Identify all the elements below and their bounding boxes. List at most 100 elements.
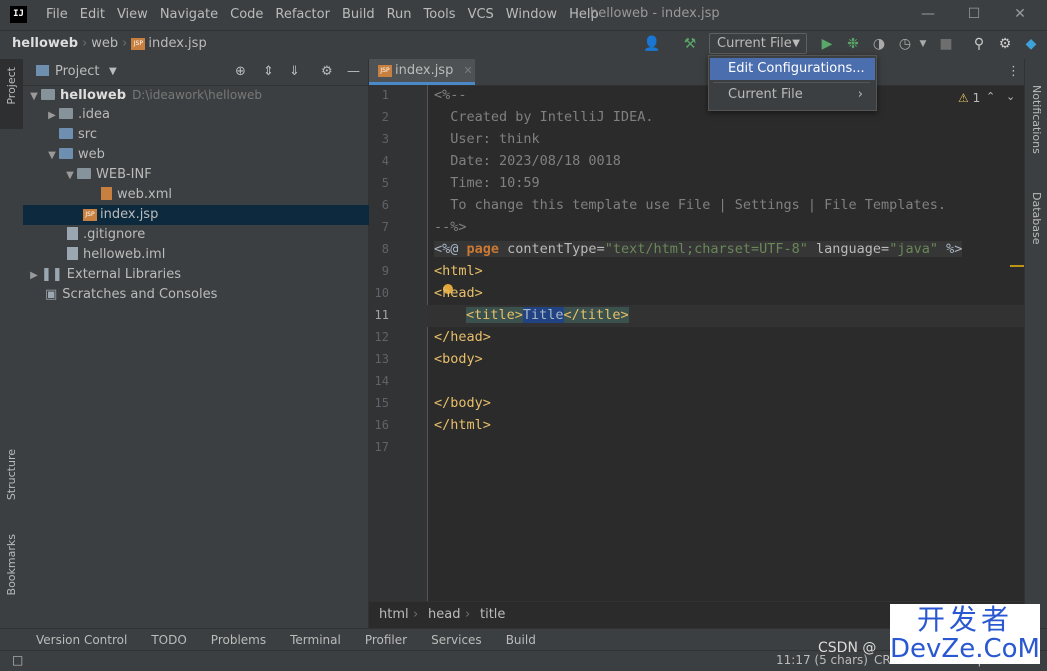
tree-item-web-inf[interactable]: ▼ WEB-INF bbox=[23, 165, 408, 185]
tree-item-external-libraries[interactable]: ▶ ❚❚ External Libraries bbox=[23, 265, 372, 285]
tab-label: index.jsp bbox=[395, 63, 454, 78]
tab-index-jsp[interactable]: JSP index.jsp ✕ bbox=[369, 59, 475, 85]
warning-icon[interactable]: ⚠ 1 bbox=[958, 91, 980, 105]
close-tab-icon[interactable]: ✕ bbox=[463, 64, 472, 77]
structure-stripe-button[interactable]: Structure bbox=[0, 449, 23, 519]
code-token: <%@ bbox=[434, 241, 467, 257]
maximize-icon[interactable]: ☐ bbox=[951, 0, 997, 30]
run-icon[interactable]: ▶ bbox=[817, 34, 837, 54]
collapse-all-icon[interactable]: ⇓ bbox=[289, 59, 300, 85]
menu-code[interactable]: Code bbox=[224, 0, 269, 30]
chevron-up-icon[interactable]: ⌃ bbox=[986, 90, 995, 103]
gear-icon[interactable]: ⚙ bbox=[995, 34, 1015, 54]
crumb-title[interactable]: title bbox=[480, 602, 505, 628]
code-token: "text/html;charset=UTF-8" bbox=[604, 241, 808, 257]
chevron-down-icon[interactable]: ⌄ bbox=[1006, 90, 1015, 103]
warning-marker[interactable] bbox=[1010, 265, 1024, 267]
debug-icon[interactable]: ❉ bbox=[843, 34, 863, 54]
breadcrumb: helloweb › web › JSP index.jsp bbox=[12, 31, 207, 57]
tree-item-idea[interactable]: ▶ .idea bbox=[23, 105, 390, 125]
bookmarks-stripe-button[interactable]: Bookmarks bbox=[0, 534, 23, 614]
code-line[interactable]: <body> bbox=[434, 351, 483, 367]
profile-icon[interactable]: ◷ bbox=[895, 34, 915, 54]
gear-icon[interactable]: ⚙ bbox=[321, 59, 333, 85]
menu-file[interactable]: File bbox=[40, 0, 74, 30]
hide-icon[interactable]: — bbox=[347, 59, 360, 85]
project-stripe-button[interactable]: Project bbox=[0, 59, 23, 129]
tool-todo[interactable]: TODO bbox=[151, 633, 186, 647]
menu-run[interactable]: Run bbox=[381, 0, 418, 30]
tool-profiler[interactable]: Profiler bbox=[365, 633, 407, 647]
library-icon: ❚❚ bbox=[41, 267, 63, 282]
tool-services[interactable]: Services bbox=[431, 633, 482, 647]
plugin-icon[interactable]: ◆ bbox=[1021, 34, 1041, 54]
tree-item-helloweb[interactable]: ▼ helloweb D:\ideawork\helloweb bbox=[23, 85, 372, 105]
code-token: language= bbox=[807, 241, 890, 257]
menu-view[interactable]: View bbox=[111, 0, 154, 30]
stop-icon[interactable]: ■ bbox=[936, 34, 956, 54]
database-stripe-button[interactable]: Database bbox=[1025, 174, 1047, 254]
crumb-html[interactable]: html bbox=[379, 602, 409, 628]
menu-tools[interactable]: Tools bbox=[418, 0, 462, 30]
code-line[interactable]: Time: 10:59 bbox=[434, 175, 539, 191]
search-icon[interactable]: ⚲ bbox=[969, 34, 989, 54]
tree-item-index-jsp[interactable]: JSP index.jsp bbox=[23, 205, 428, 225]
project-view-title[interactable]: Project bbox=[55, 59, 99, 85]
more-options-icon[interactable]: ⋮ bbox=[1007, 59, 1020, 85]
tree-item-iml[interactable]: helloweb.iml bbox=[23, 245, 412, 265]
code-line[interactable]: <html> bbox=[434, 263, 483, 279]
tool-problems[interactable]: Problems bbox=[211, 633, 266, 647]
menu-refactor[interactable]: Refactor bbox=[269, 0, 336, 30]
code-line[interactable]: Created by IntelliJ IDEA. bbox=[434, 109, 653, 125]
code-line[interactable]: <head> bbox=[434, 285, 483, 301]
code-line[interactable]: </html> bbox=[434, 417, 491, 433]
tree-item-label: web bbox=[78, 147, 105, 162]
code-line[interactable]: <title>Title</title> bbox=[466, 307, 629, 323]
run-config-select[interactable]: Current File ▼ bbox=[709, 33, 807, 54]
code-line[interactable]: <%-- bbox=[434, 87, 467, 103]
tree-item-gitignore[interactable]: .gitignore bbox=[23, 225, 412, 245]
crumb-head[interactable]: head bbox=[428, 602, 460, 628]
scratches-icon: ▣ bbox=[45, 287, 58, 302]
menu-build[interactable]: Build bbox=[336, 0, 381, 30]
minimize-icon[interactable]: — bbox=[905, 0, 951, 30]
code-line[interactable]: --%> bbox=[434, 219, 467, 235]
chevron-down-icon[interactable]: ▼ bbox=[913, 34, 933, 54]
coverage-icon[interactable]: ◑ bbox=[869, 34, 889, 54]
code-line[interactable]: </body> bbox=[434, 395, 491, 411]
folder-icon bbox=[77, 168, 91, 179]
menu-window[interactable]: Window bbox=[500, 0, 563, 30]
menu-vcs[interactable]: VCS bbox=[462, 0, 500, 30]
tool-build[interactable]: Build bbox=[506, 633, 536, 647]
xml-file-icon bbox=[101, 187, 112, 200]
code-line[interactable]: <%@ page contentType="text/html;charset=… bbox=[434, 241, 963, 257]
code-line[interactable]: User: think bbox=[434, 131, 539, 147]
menu-edit[interactable]: Edit bbox=[74, 0, 111, 30]
code-token: <title> bbox=[466, 307, 523, 323]
line-number: 2 bbox=[381, 110, 389, 124]
tree-item-scratches[interactable]: ▣ Scratches and Consoles bbox=[23, 285, 390, 305]
tool-terminal[interactable]: Terminal bbox=[290, 633, 341, 647]
code-line[interactable]: Date: 2023/08/18 0018 bbox=[434, 153, 621, 169]
code-line[interactable]: To change this template use File | Setti… bbox=[434, 197, 946, 213]
tree-item-label: index.jsp bbox=[100, 207, 159, 222]
build-hammer-icon[interactable]: ⚒ bbox=[680, 34, 700, 54]
expand-all-icon[interactable]: ⇕ bbox=[263, 59, 274, 85]
code-line[interactable]: </head> bbox=[434, 329, 491, 345]
breadcrumb-file[interactable]: index.jsp bbox=[148, 31, 206, 57]
menu-item-edit-configurations[interactable]: Edit Configurations... bbox=[710, 58, 875, 80]
breadcrumb-web[interactable]: web bbox=[91, 31, 118, 57]
menu-item-current-file[interactable]: Current File › bbox=[710, 84, 875, 106]
toggle-tool-windows-icon[interactable]: □ bbox=[12, 653, 23, 667]
menu-navigate[interactable]: Navigate bbox=[154, 0, 224, 30]
tool-version-control[interactable]: Version Control bbox=[36, 633, 127, 647]
tree-item-src[interactable]: src bbox=[23, 125, 404, 145]
chevron-down-icon[interactable]: ▼ bbox=[109, 59, 117, 85]
notifications-stripe-button[interactable]: Notifications bbox=[1025, 65, 1047, 165]
breadcrumb-project[interactable]: helloweb bbox=[12, 31, 78, 57]
locate-icon[interactable]: ⊕ bbox=[235, 59, 246, 85]
user-icon[interactable]: 👤 bbox=[642, 34, 662, 54]
tree-item-web[interactable]: ▼ web bbox=[23, 145, 390, 165]
close-icon[interactable]: ✕ bbox=[997, 0, 1043, 30]
chevron-down-icon: ▼ bbox=[792, 38, 800, 49]
